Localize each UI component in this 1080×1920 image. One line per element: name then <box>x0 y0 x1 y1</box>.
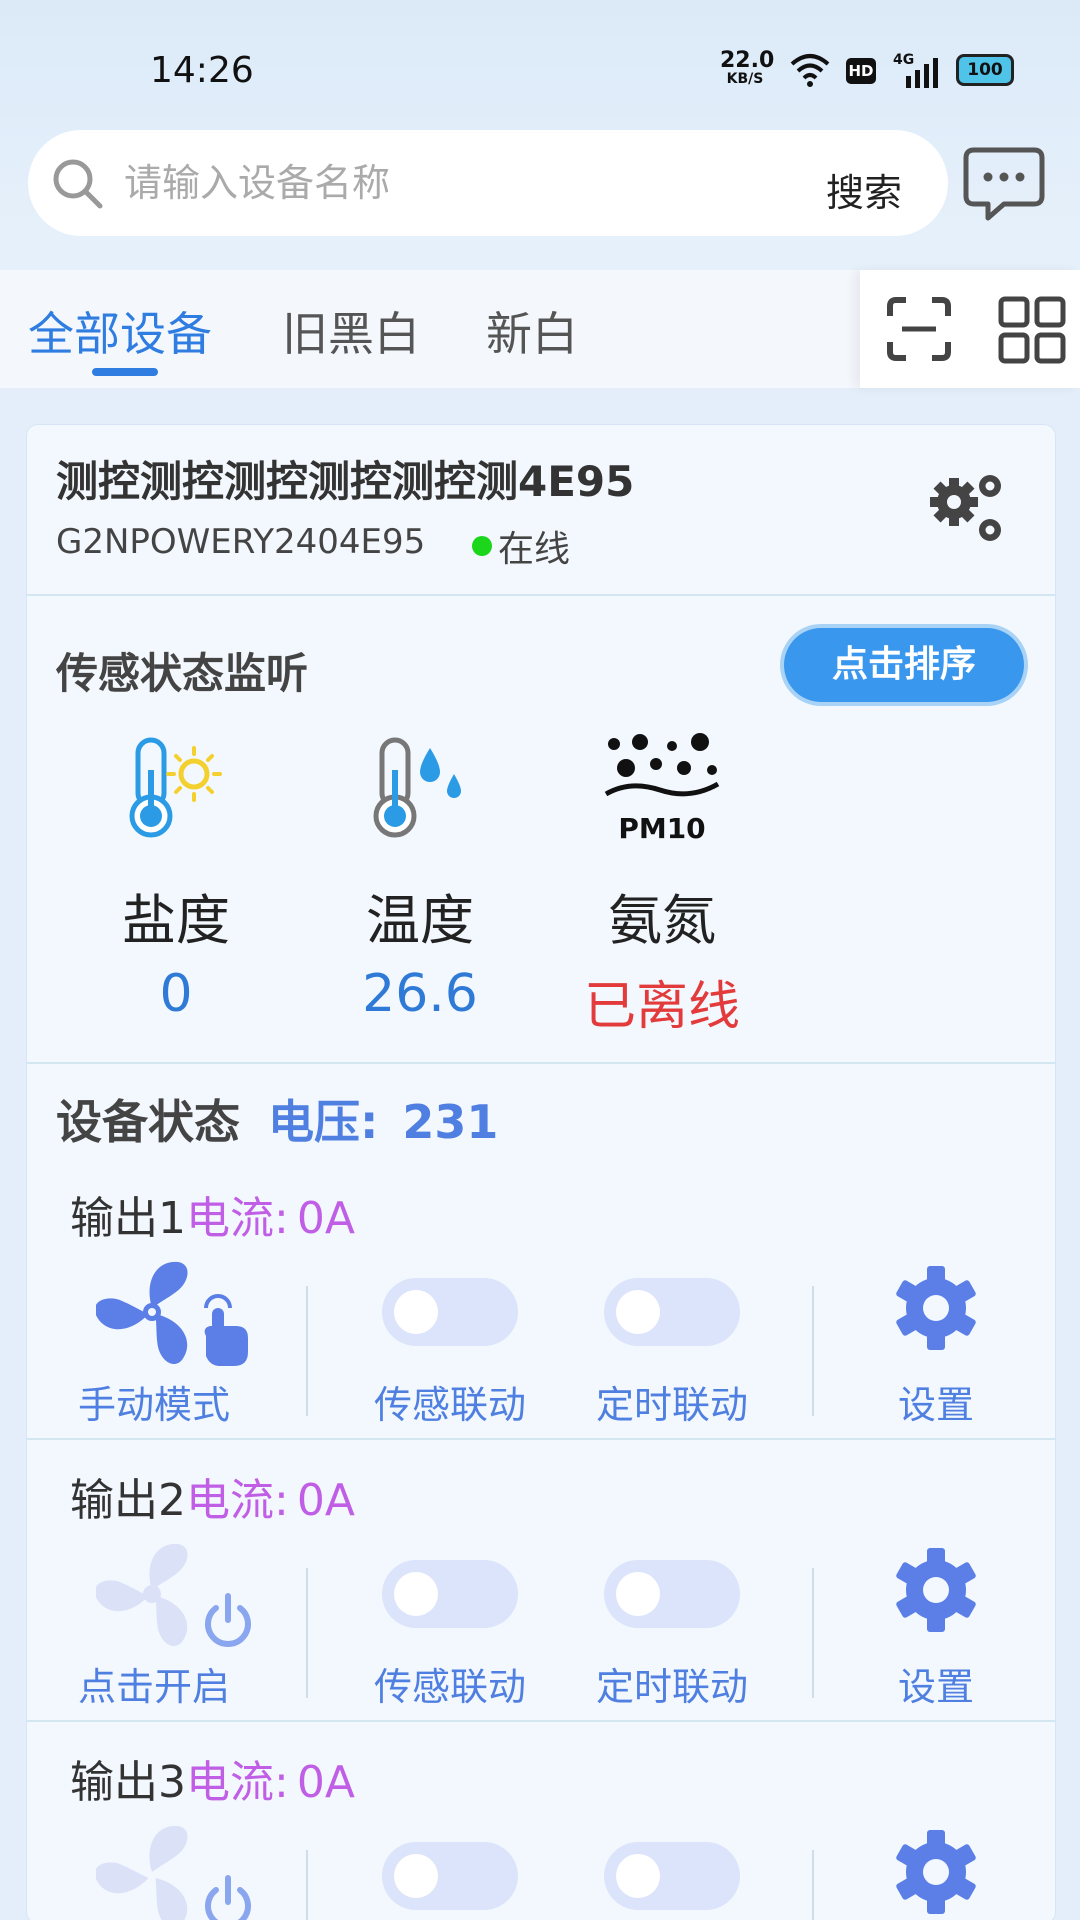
fan-power-icon[interactable] <box>96 1820 256 1920</box>
output-1-settings-label[interactable]: 设置 <box>876 1374 996 1429</box>
toggle-knob <box>616 1290 660 1334</box>
output-1-current-value: 0A <box>296 1193 355 1244</box>
device-settings-icon[interactable] <box>924 464 1014 554</box>
separator <box>812 1850 814 1920</box>
sort-button[interactable]: 点击排序 <box>784 628 1024 702</box>
grid-view-icon[interactable] <box>998 296 1066 364</box>
separator <box>306 1568 308 1698</box>
output-2-label: 输出2电流: 0A <box>70 1464 355 1528</box>
sensor-salinity-name: 盐度 <box>122 889 230 952</box>
device-state-label: 设备状态 <box>56 1095 240 1149</box>
speed-unit: KB/S <box>726 71 764 87</box>
tab-all-devices[interactable]: 全部设备 <box>28 298 212 364</box>
search-button[interactable]: 搜索 <box>826 162 902 217</box>
battery-level: 100 <box>967 60 1003 80</box>
pm10-icon: PM10 <box>600 730 724 850</box>
divider <box>26 1438 1056 1440</box>
fan-manual-icon[interactable] <box>96 1256 256 1368</box>
separator <box>306 1286 308 1416</box>
device-id: G2NPOWERY2404E95 <box>56 522 426 562</box>
particles-icon <box>604 733 720 797</box>
output-2-current-value: 0A <box>296 1475 355 1526</box>
voltage-value: 231 <box>402 1095 499 1149</box>
output-2-mode[interactable]: 点击开启 <box>54 1656 254 1711</box>
output-1-current-label: 电流: <box>186 1193 289 1244</box>
output-2-name: 输出2 <box>70 1475 186 1526</box>
message-icon[interactable] <box>962 144 1046 224</box>
divider <box>26 594 1056 596</box>
separator <box>306 1850 308 1920</box>
toggle-knob <box>394 1572 438 1616</box>
output-3-current-label: 电流: <box>186 1757 289 1808</box>
signal-icon <box>906 58 938 88</box>
toggle-knob <box>394 1290 438 1334</box>
battery-icon: 100 <box>956 54 1014 86</box>
sensor-temperature-name: 温度 <box>366 889 474 952</box>
output-3-sensor-link-toggle[interactable] <box>382 1842 518 1910</box>
search-icon <box>53 159 103 209</box>
output-1-label: 输出1电流: 0A <box>70 1182 355 1246</box>
divider <box>26 1720 1056 1722</box>
separator <box>812 1286 814 1416</box>
status-time: 14:26 <box>150 50 254 91</box>
sensor-salinity-value: 0 <box>159 964 193 1024</box>
output-2-timer-link-label: 定时联动 <box>595 1665 748 1709</box>
pm10-label: PM10 <box>618 812 706 845</box>
status-bar: 14:26 22.0 KB/S HD 4G 100 <box>0 0 1080 140</box>
scan-icon[interactable] <box>886 296 952 362</box>
output-3-name: 输出3 <box>70 1757 186 1808</box>
output-1-settings-icon[interactable] <box>894 1266 978 1350</box>
network-speed: 22.0 KB/S <box>720 48 775 87</box>
output-3-settings-icon[interactable] <box>894 1830 978 1914</box>
voltage-label: 电压: <box>268 1095 379 1149</box>
sensor-temperature-value: 26.6 <box>362 964 478 1024</box>
output-2-settings-label[interactable]: 设置 <box>876 1656 996 1711</box>
output-1-sensor-link-label: 传感联动 <box>373 1383 526 1427</box>
toggle-knob <box>394 1854 438 1898</box>
output-3-timer-link-toggle[interactable] <box>604 1842 740 1910</box>
tab-new-white[interactable]: 新白 <box>486 298 578 364</box>
tab-old-black-white[interactable]: 旧黑白 <box>282 298 420 364</box>
thermometer-sun-icon <box>129 737 222 838</box>
output-1-sensor-link-toggle[interactable] <box>382 1278 518 1346</box>
output-2-sensor-link-label: 传感联动 <box>373 1665 526 1709</box>
toggle-knob <box>616 1572 660 1616</box>
hd-icon: HD <box>846 58 876 84</box>
fan-power-icon[interactable] <box>96 1538 256 1650</box>
search-input[interactable] <box>124 148 684 218</box>
sensor-ammonia-name: 氨氮 <box>608 889 716 952</box>
divider <box>26 1062 1056 1064</box>
output-2-sensor-link-toggle[interactable] <box>382 1560 518 1628</box>
device-status: 在线 <box>498 529 571 570</box>
speed-value: 22.0 <box>720 48 775 73</box>
output-2-settings-icon[interactable] <box>894 1548 978 1632</box>
output-1-timer-link-label: 定时联动 <box>595 1383 748 1427</box>
device-name: 测控测控测控测控测控测4E95 <box>56 457 635 506</box>
sensor-ammonia-value: 已离线 <box>583 977 740 1037</box>
output-3-current-value: 0A <box>296 1757 355 1808</box>
output-2-current-label: 电流: <box>186 1475 289 1526</box>
thermometer-water-icon <box>373 737 461 838</box>
wifi-icon <box>790 54 830 87</box>
separator <box>812 1568 814 1698</box>
voltage: 电压: 231 <box>268 1086 498 1152</box>
output-3-label: 输出3电流: 0A <box>70 1746 355 1810</box>
output-1-mode[interactable]: 手动模式 <box>54 1374 254 1429</box>
output-1-timer-link-toggle[interactable] <box>604 1278 740 1346</box>
sensor-section-title: 传感状态监听 <box>56 649 309 698</box>
online-indicator <box>472 536 492 556</box>
tab-indicator <box>92 368 158 376</box>
output-1-name: 输出1 <box>70 1193 186 1244</box>
toggle-knob <box>616 1854 660 1898</box>
output-2-timer-link-toggle[interactable] <box>604 1560 740 1628</box>
